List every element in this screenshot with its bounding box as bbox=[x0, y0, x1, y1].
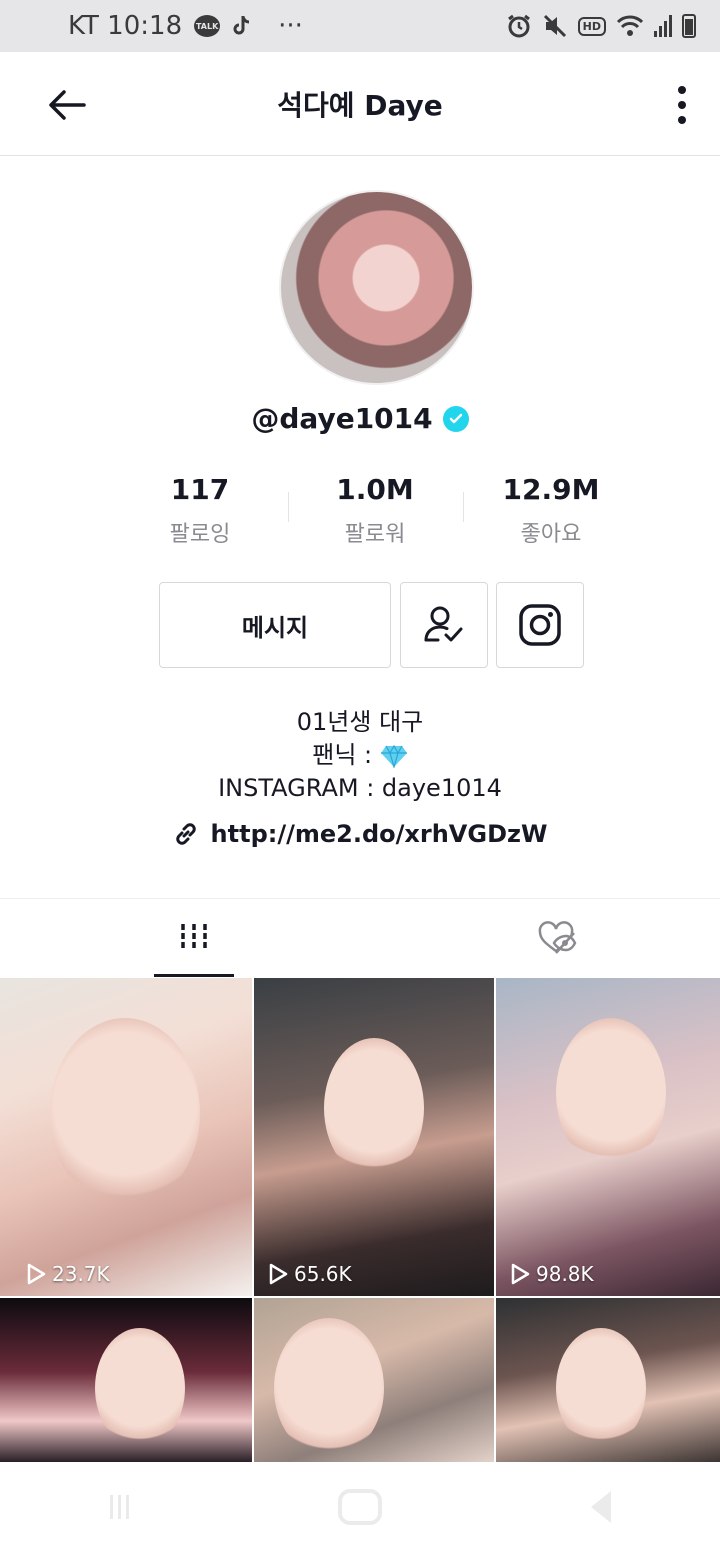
following-label: 팔로잉 bbox=[169, 522, 231, 547]
view-count-text: 23.7K bbox=[52, 1262, 110, 1286]
video-grid-icon bbox=[181, 923, 207, 950]
video-thumbnail[interactable]: 65.6K bbox=[254, 978, 494, 1296]
username: @daye1014 bbox=[251, 402, 433, 435]
stat-divider bbox=[463, 492, 464, 522]
signal-icon bbox=[654, 15, 672, 37]
message-button[interactable]: 메시지 bbox=[159, 582, 391, 668]
profile-tabs bbox=[0, 898, 720, 977]
instagram-button[interactable] bbox=[496, 582, 584, 668]
alarm-icon bbox=[506, 13, 532, 39]
video-thumbnail[interactable]: 98.8K bbox=[496, 978, 720, 1296]
following-status-button[interactable] bbox=[400, 582, 488, 668]
view-count: 98.8K bbox=[510, 1262, 594, 1286]
thumbnail-image bbox=[274, 1318, 384, 1458]
tab-videos[interactable] bbox=[154, 899, 234, 977]
likes-label: 좋아요 bbox=[520, 522, 582, 547]
link-icon bbox=[175, 823, 196, 845]
battery-icon bbox=[682, 14, 696, 38]
video-thumbnail[interactable] bbox=[254, 1298, 494, 1462]
play-icon bbox=[511, 1263, 530, 1285]
user-check-icon bbox=[424, 606, 463, 642]
profile-stats: 117 팔로잉 1.0M 팔로워 12.9M 좋아요 bbox=[0, 470, 720, 560]
status-bar: KT 10:18 TALK ··· HD bbox=[0, 0, 720, 52]
username-row: @daye1014 bbox=[0, 402, 720, 435]
verified-badge-icon bbox=[442, 405, 469, 432]
dot bbox=[678, 101, 686, 109]
view-count: 23.7K bbox=[26, 1262, 110, 1286]
view-count-text: 65.6K bbox=[294, 1262, 352, 1286]
wifi-icon bbox=[616, 14, 644, 38]
status-right: HD bbox=[506, 13, 696, 39]
profile-bio: 01년생 대구 팬닉 : INSTAGRAM : daye1014 bbox=[0, 706, 720, 805]
thumbnail-image bbox=[324, 1038, 424, 1178]
hd-voice-icon: HD bbox=[577, 16, 606, 36]
following-count: 117 bbox=[170, 473, 230, 506]
bio-line-1: 01년생 대구 bbox=[296, 708, 424, 736]
likes-count: 12.9M bbox=[502, 473, 600, 506]
stat-divider bbox=[288, 492, 289, 522]
back-nav-icon bbox=[590, 1491, 611, 1523]
play-icon bbox=[27, 1263, 46, 1285]
followers-label: 팔로워 bbox=[344, 522, 406, 547]
thumbnail-image bbox=[95, 1328, 185, 1448]
page-title: 석다예 Daye bbox=[277, 88, 443, 122]
tiktok-notification-icon bbox=[232, 14, 252, 38]
video-grid: 23.7K 65.6K 98.8K bbox=[0, 978, 720, 1462]
thumbnail-image bbox=[556, 1018, 666, 1168]
status-left: KT 10:18 TALK ··· bbox=[68, 11, 303, 41]
following-stat[interactable]: 117 팔로잉 bbox=[115, 470, 285, 548]
bio-line-3: INSTAGRAM : daye1014 bbox=[218, 774, 502, 802]
dot bbox=[678, 116, 686, 124]
tab-liked-videos[interactable] bbox=[516, 899, 596, 975]
hidden-heart-icon bbox=[538, 921, 577, 954]
back-arrow-icon bbox=[49, 90, 86, 120]
thumbnail-image bbox=[556, 1328, 646, 1448]
kakaotalk-icon: TALK bbox=[194, 15, 221, 37]
dot bbox=[678, 86, 686, 94]
bio-line-2: 팬닉 : bbox=[0, 739, 720, 772]
carrier-time: KT 10:18 bbox=[68, 11, 183, 41]
bio-line-2-text: 팬닉 : bbox=[312, 741, 373, 769]
video-thumbnail[interactable]: 23.7K bbox=[0, 978, 252, 1296]
profile-header: 석다예 Daye bbox=[0, 52, 720, 156]
gem-icon bbox=[380, 744, 407, 768]
system-nav-bar bbox=[0, 1462, 720, 1552]
view-count-text: 98.8K bbox=[536, 1262, 594, 1286]
bio-link-text: http://me2.do/xrhVGDzW bbox=[210, 820, 548, 848]
video-thumbnail[interactable] bbox=[0, 1298, 252, 1462]
bio-link[interactable]: http://me2.do/xrhVGDzW bbox=[0, 820, 720, 848]
mute-icon bbox=[542, 13, 568, 39]
home-button[interactable] bbox=[337, 1489, 382, 1525]
followers-stat[interactable]: 1.0M 팔로워 bbox=[290, 470, 460, 548]
followers-count: 1.0M bbox=[336, 473, 414, 506]
likes-stat[interactable]: 12.9M 좋아요 bbox=[466, 470, 636, 548]
play-icon bbox=[269, 1263, 288, 1285]
more-notifications-icon: ··· bbox=[278, 11, 303, 41]
view-count: 65.6K bbox=[268, 1262, 352, 1286]
back-nav-button[interactable] bbox=[581, 1487, 621, 1527]
instagram-icon bbox=[519, 604, 561, 646]
more-options-button[interactable] bbox=[670, 82, 694, 128]
profile-avatar[interactable] bbox=[279, 190, 474, 385]
thumbnail-image bbox=[50, 1018, 200, 1208]
video-thumbnail[interactable] bbox=[496, 1298, 720, 1462]
back-button[interactable] bbox=[44, 82, 90, 128]
recent-apps-button[interactable] bbox=[99, 1487, 139, 1527]
